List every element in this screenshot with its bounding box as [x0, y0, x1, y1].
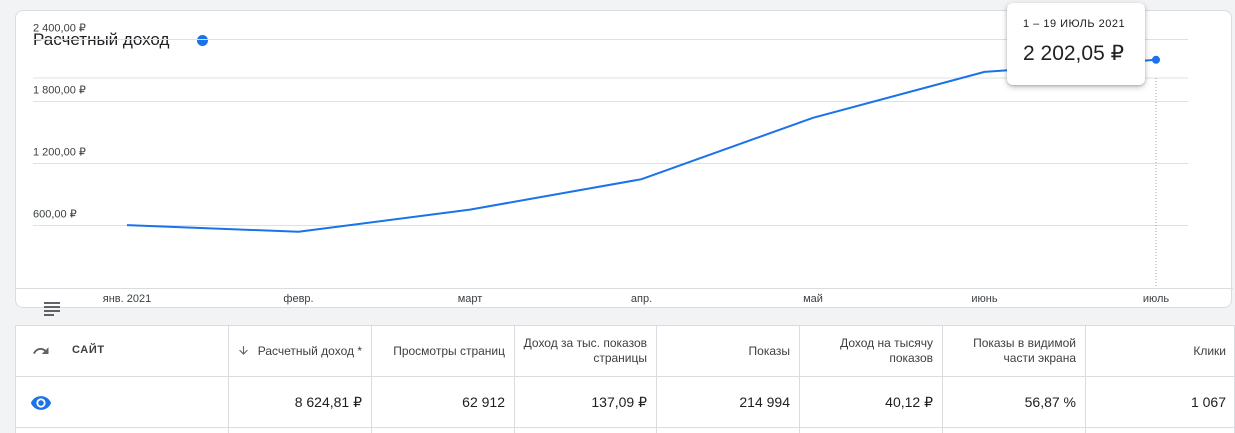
col-impression-rpm[interactable]: Доход на тысячу показов: [799, 326, 942, 376]
col-label: Расчетный доход *: [257, 343, 362, 358]
col-label: Показы: [748, 343, 790, 358]
col-estimated-revenue[interactable]: Расчетный доход *: [228, 326, 371, 376]
x-tick-label: янв. 2021: [103, 293, 151, 305]
site-header-label: САЙТ: [72, 344, 105, 356]
cell-estimated-revenue: 8 624,81 ₽: [228, 377, 371, 427]
x-tick-label: июнь: [971, 293, 997, 305]
list-lines-icon[interactable]: [44, 302, 60, 316]
table-row-partial: [16, 428, 1234, 433]
table-header: САЙТ Расчетный доход * Просмотры страниц…: [16, 326, 1234, 377]
cell-active-view-viewable: 56,87 %: [942, 377, 1085, 427]
x-tick-label: май: [803, 293, 823, 305]
col-label: Доход за тыс. показов страницы: [523, 336, 647, 365]
undo-icon[interactable]: [32, 342, 50, 360]
col-clicks[interactable]: Клики: [1085, 326, 1234, 376]
y-tick-label: 600,00 ₽: [33, 209, 77, 221]
chart-tooltip: 1 – 19 ИЮЛЬ 2021 2 202,05 ₽: [1007, 3, 1145, 85]
tooltip-value: 2 202,05 ₽: [1023, 42, 1124, 65]
col-active-view-viewable[interactable]: Показы в видимой части экрана: [942, 326, 1085, 376]
table-row[interactable]: 8 624,81 ₽ 62 912 137,09 ₽ 214 994 40,12…: [16, 377, 1234, 428]
y-tick-label: 1 200,00 ₽: [33, 147, 86, 159]
col-impressions[interactable]: Показы: [656, 326, 799, 376]
cell-impression-rpm: 40,12 ₽: [799, 377, 942, 427]
cell-clicks: 1 067: [1085, 377, 1234, 427]
cell-page-rpm: 137,09 ₽: [514, 377, 656, 427]
col-label: Клики: [1193, 343, 1226, 358]
arrow-down-icon: [238, 346, 248, 355]
eye-icon[interactable]: [30, 392, 52, 414]
x-tick-label: февр.: [283, 293, 313, 305]
col-label: Доход на тысячу показов: [840, 336, 933, 365]
col-page-views[interactable]: Просмотры страниц: [371, 326, 514, 376]
x-tick-label: апр.: [631, 293, 652, 305]
x-tick-label: март: [458, 293, 483, 305]
cell-page-views: 62 912: [371, 377, 514, 427]
site-cell[interactable]: [16, 377, 228, 427]
series-line: [126, 58, 1157, 233]
tooltip-date: 1 – 19 ИЮЛЬ 2021: [1023, 18, 1126, 30]
col-page-rpm[interactable]: Доход за тыс. показов страницы: [514, 326, 656, 376]
y-tick-label: 2 400,00 ₽: [33, 23, 86, 35]
col-label: Просмотры страниц: [393, 343, 505, 358]
x-tick-label: июль: [1143, 293, 1170, 305]
site-header-cell[interactable]: САЙТ: [16, 326, 228, 376]
cell-impressions: 214 994: [656, 377, 799, 427]
y-tick-label: 1 800,00 ₽: [33, 85, 86, 97]
report-table: САЙТ Расчетный доход * Просмотры страниц…: [15, 325, 1235, 433]
col-label: Показы в видимой части экрана: [973, 336, 1076, 365]
highlight-point: [1152, 55, 1160, 64]
